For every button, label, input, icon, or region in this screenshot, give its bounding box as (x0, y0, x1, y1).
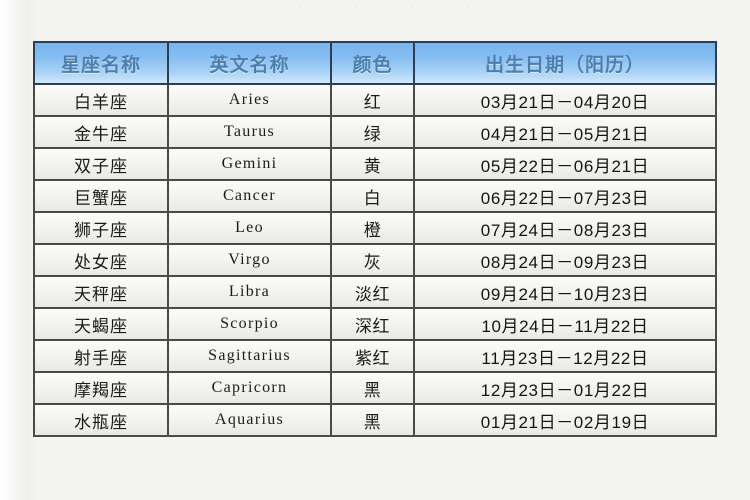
column-header-color[interactable]: 颜色 (332, 41, 415, 85)
table-row[interactable]: 天蝎座 Scorpio 深红 10月24日－11月22日 (33, 309, 717, 341)
cell-birth-date: 05月22日－06月21日 (415, 149, 717, 181)
cell-color: 黄 (332, 149, 415, 181)
column-header-english-name[interactable]: 英文名称 (169, 41, 332, 85)
cell-english-name: Scorpio (169, 309, 332, 341)
cell-color: 深红 (332, 309, 415, 341)
cell-english-name: Sagittarius (169, 341, 332, 373)
cell-birth-date: 12月23日－01月22日 (415, 373, 717, 405)
table-header-row: 星座名称 英文名称 颜色 出生日期（阳历） (33, 41, 717, 85)
top-clipped-caption: · · · · · · · · (270, 0, 480, 12)
cell-english-name: Aquarius (169, 405, 332, 437)
table-row[interactable]: 狮子座 Leo 橙 07月24日－08月23日 (33, 213, 717, 245)
cell-birth-date: 08月24日－09月23日 (415, 245, 717, 277)
cell-sign-name: 水瓶座 (33, 405, 169, 437)
cell-sign-name: 射手座 (33, 341, 169, 373)
cell-sign-name: 金牛座 (33, 117, 169, 149)
cell-english-name: Cancer (169, 181, 332, 213)
cell-english-name: Taurus (169, 117, 332, 149)
cell-sign-name: 天蝎座 (33, 309, 169, 341)
cell-sign-name: 狮子座 (33, 213, 169, 245)
cell-color: 黑 (332, 405, 415, 437)
cell-birth-date: 03月21日－04月20日 (415, 85, 717, 117)
column-header-birth-date[interactable]: 出生日期（阳历） (415, 41, 717, 85)
cell-color: 红 (332, 85, 415, 117)
cell-sign-name: 摩羯座 (33, 373, 169, 405)
cell-english-name: Virgo (169, 245, 332, 277)
cell-birth-date: 11月23日－12月22日 (415, 341, 717, 373)
cell-birth-date: 01月21日－02月19日 (415, 405, 717, 437)
cell-color: 淡红 (332, 277, 415, 309)
table-row[interactable]: 处女座 Virgo 灰 08月24日－09月23日 (33, 245, 717, 277)
cell-sign-name: 处女座 (33, 245, 169, 277)
cell-english-name: Libra (169, 277, 332, 309)
cell-color: 橙 (332, 213, 415, 245)
table-header: 星座名称 英文名称 颜色 出生日期（阳历） (33, 41, 717, 85)
table-row[interactable]: 白羊座 Aries 红 03月21日－04月20日 (33, 85, 717, 117)
cell-birth-date: 09月24日－10月23日 (415, 277, 717, 309)
table-row[interactable]: 摩羯座 Capricorn 黑 12月23日－01月22日 (33, 373, 717, 405)
column-header-sign-name[interactable]: 星座名称 (33, 41, 169, 85)
cell-birth-date: 06月22日－07月23日 (415, 181, 717, 213)
cell-color: 绿 (332, 117, 415, 149)
table-row[interactable]: 金牛座 Taurus 绿 04月21日－05月21日 (33, 117, 717, 149)
table-body: 白羊座 Aries 红 03月21日－04月20日 金牛座 Taurus 绿 04月21日－0… (33, 85, 717, 437)
cell-english-name: Aries (169, 85, 332, 117)
cell-birth-date: 04月21日－05月21日 (415, 117, 717, 149)
cell-color: 白 (332, 181, 415, 213)
cell-sign-name: 巨蟹座 (33, 181, 169, 213)
table-row[interactable]: 天秤座 Libra 淡红 09月24日－10月23日 (33, 277, 717, 309)
cell-birth-date: 10月24日－11月22日 (415, 309, 717, 341)
cell-color: 灰 (332, 245, 415, 277)
cell-birth-date: 07月24日－08月23日 (415, 213, 717, 245)
cell-color: 紫红 (332, 341, 415, 373)
page-root: · · · · · · · · 星座名称 英文名称 颜色 出生日期（阳历） 白羊… (0, 0, 750, 500)
table-row[interactable]: 射手座 Sagittarius 紫红 11月23日－12月22日 (33, 341, 717, 373)
cell-english-name: Capricorn (169, 373, 332, 405)
cell-english-name: Gemini (169, 149, 332, 181)
cell-sign-name: 天秤座 (33, 277, 169, 309)
cell-english-name: Leo (169, 213, 332, 245)
cell-sign-name: 白羊座 (33, 85, 169, 117)
table-row[interactable]: 双子座 Gemini 黄 05月22日－06月21日 (33, 149, 717, 181)
table-row[interactable]: 水瓶座 Aquarius 黑 01月21日－02月19日 (33, 405, 717, 437)
table-row[interactable]: 巨蟹座 Cancer 白 06月22日－07月23日 (33, 181, 717, 213)
cell-color: 黑 (332, 373, 415, 405)
cell-sign-name: 双子座 (33, 149, 169, 181)
zodiac-sign-reference-table: 星座名称 英文名称 颜色 出生日期（阳历） 白羊座 Aries 红 03月21日－04… (33, 41, 717, 437)
